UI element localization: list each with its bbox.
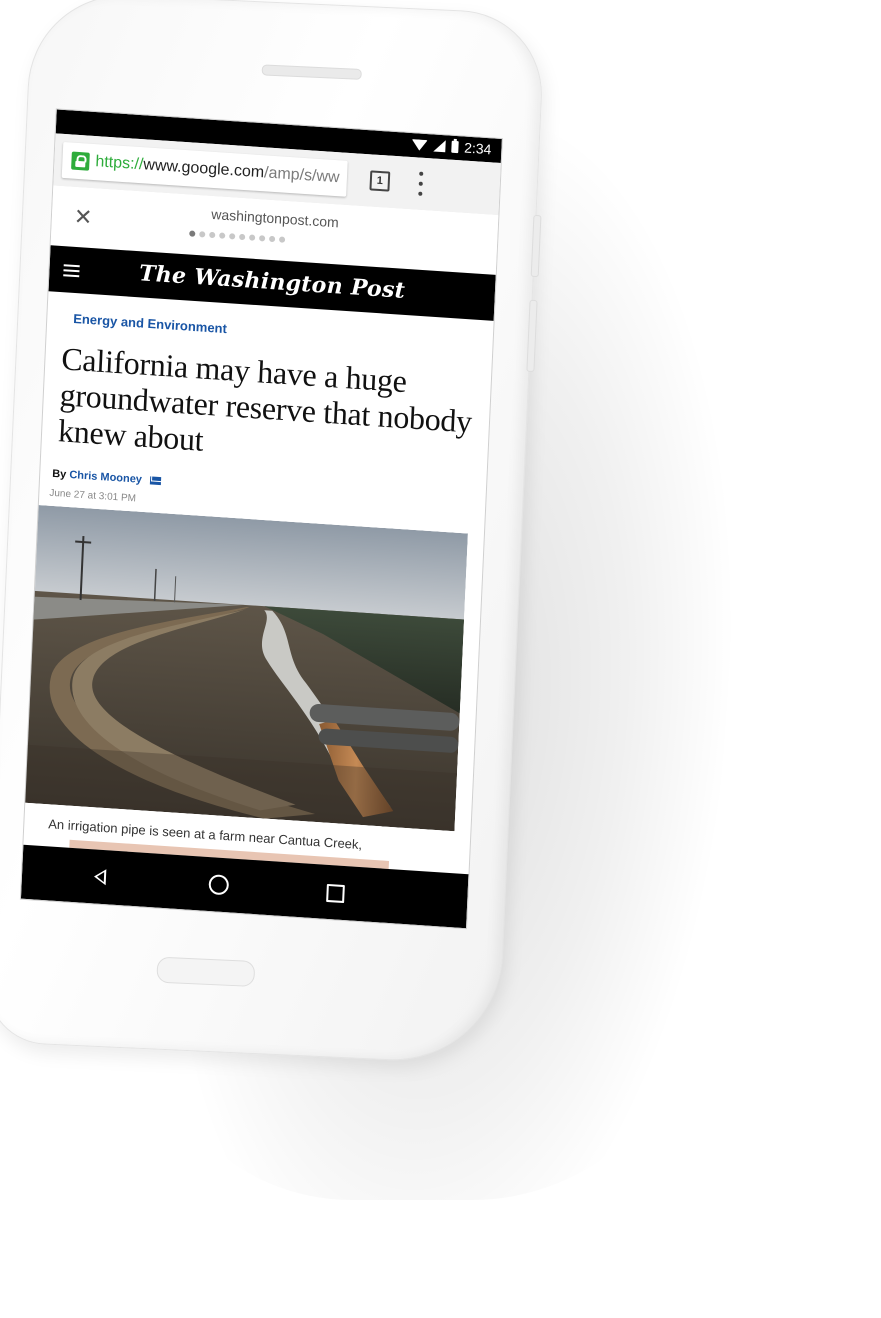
home-key [156, 956, 256, 987]
carousel-dot[interactable] [239, 233, 246, 241]
mail-icon[interactable] [149, 476, 162, 486]
signal-icon [433, 139, 446, 153]
author-link[interactable]: Chris Mooney [69, 469, 142, 486]
byline: By Chris Mooney [51, 467, 162, 487]
carousel-dot[interactable] [209, 231, 216, 239]
carousel-dot[interactable] [229, 233, 236, 240]
tabs-icon[interactable]: 1 [369, 170, 391, 192]
lock-icon [71, 151, 90, 171]
carousel-dot[interactable] [259, 235, 266, 242]
recent-apps-icon[interactable] [326, 883, 345, 904]
phone-screen: 2:34 https:// www.google.com /amp/s/ww 1… [19, 108, 503, 930]
carousel-dot[interactable] [199, 231, 206, 238]
publish-date: June 27 at 3:01 PM [49, 487, 137, 505]
wifi-icon [411, 138, 428, 151]
phone-device: 2:34 https:// www.google.com /amp/s/ww 1… [0, 0, 546, 1066]
back-icon[interactable] [93, 868, 107, 886]
status-time: 2:34 [463, 139, 492, 158]
earpiece-speaker [261, 64, 362, 80]
carousel-dot[interactable] [278, 236, 286, 243]
url-host: www.google.com [142, 156, 265, 182]
article-headline: California may have a huge groundwater r… [57, 340, 473, 458]
battery-icon [450, 140, 459, 154]
carousel-dot[interactable] [268, 235, 276, 243]
home-icon[interactable] [208, 874, 230, 896]
byline-prefix: By [51, 467, 67, 481]
carousel-dots [189, 230, 286, 243]
article-kicker[interactable]: Energy and Environment [73, 311, 227, 336]
carousel-dot[interactable] [249, 234, 256, 241]
carousel-dot[interactable] [219, 232, 226, 239]
url-path: /amp/s/ww [263, 164, 340, 187]
url-scheme: https:// [95, 153, 144, 174]
carousel-dot[interactable] [189, 230, 196, 237]
article-photo [19, 504, 468, 832]
menu-icon[interactable] [417, 171, 424, 196]
